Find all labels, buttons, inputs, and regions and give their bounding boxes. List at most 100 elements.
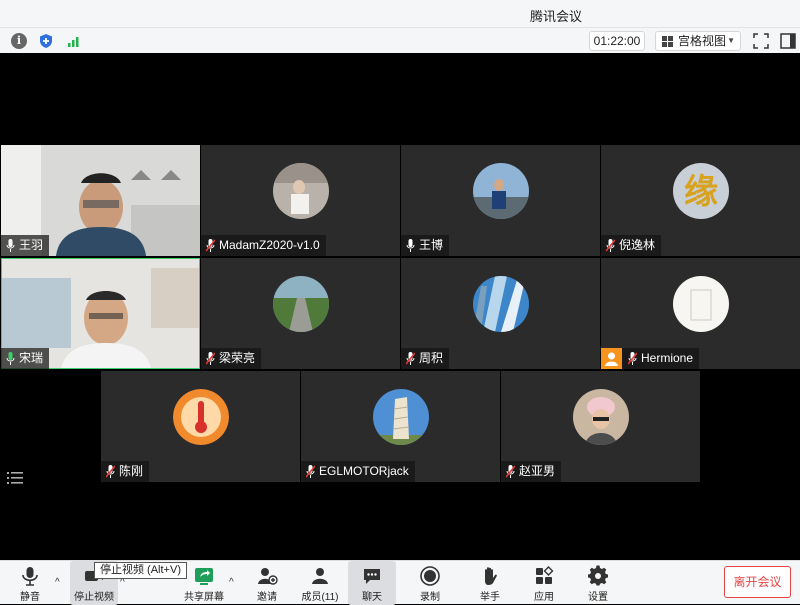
invite-label: 邀请: [257, 592, 277, 603]
participant-name-bar: 倪逸林: [601, 235, 662, 256]
window-title: 腾讯会议: [530, 9, 583, 24]
participant-name-bar: 王羽: [1, 235, 50, 256]
microphone-icon: [6, 239, 15, 252]
share-screen-label: 共享屏幕: [184, 592, 224, 603]
settings-button[interactable]: 设置: [574, 561, 622, 605]
record-button[interactable]: 录制: [406, 561, 454, 605]
members-label: 成员(11): [301, 592, 339, 603]
video-tile[interactable]: MadamZ2020-v1.0: [201, 145, 400, 256]
participant-name: 倪逸林: [619, 238, 656, 252]
settings-label: 设置: [588, 592, 608, 603]
participant-name-bar: 周积: [401, 348, 450, 369]
shield-icon[interactable]: [38, 33, 54, 49]
leave-meeting-button[interactable]: 离开会议: [724, 566, 791, 598]
participant-name-bar: 王博: [401, 235, 450, 256]
participant-name: 陈刚: [119, 464, 144, 478]
list-toggle-icon[interactable]: [7, 471, 25, 485]
video-tile[interactable]: Hermione: [601, 258, 800, 369]
invite-button[interactable]: 邀请: [243, 561, 291, 605]
participant-avatar: [673, 276, 729, 332]
video-tile[interactable]: 陈刚: [101, 371, 300, 482]
participant-avatar: [473, 163, 529, 219]
participant-avatar: [573, 389, 629, 445]
info-icon[interactable]: i: [11, 33, 27, 49]
video-tile[interactable]: 赵亚男: [501, 371, 700, 482]
members-icon: [312, 568, 328, 584]
mute-button[interactable]: 静音: [6, 561, 54, 605]
chat-icon: [364, 569, 380, 584]
record-label: 录制: [420, 592, 440, 603]
share-screen-button[interactable]: 共享屏幕: [180, 561, 228, 605]
participant-name: EGLMOTORjack: [319, 464, 409, 478]
participant-name-bar: 梁荣亮: [201, 348, 262, 369]
add-user-icon: [258, 568, 278, 585]
participant-avatar: [173, 389, 229, 445]
participant-name: 梁荣亮: [219, 351, 256, 365]
video-tile[interactable]: 王博: [401, 145, 600, 256]
participant-name: Hermione: [641, 351, 694, 365]
apps-icon: [536, 566, 554, 584]
microphone-muted-icon: [506, 465, 515, 478]
video-tile[interactable]: 梁荣亮: [201, 258, 400, 369]
participant-name: 王羽: [19, 238, 44, 252]
view-mode-dropdown[interactable]: 宫格视图 ▼: [655, 31, 741, 51]
video-tile[interactable]: EGLMOTORjack: [301, 371, 500, 482]
raise-hand-button[interactable]: 举手: [466, 561, 514, 605]
stop-video-tooltip: 停止视频 (Alt+V): [94, 562, 187, 579]
microphone-muted-icon: [206, 239, 215, 252]
mute-label: 静音: [20, 592, 40, 603]
participant-name-bar: 赵亚男: [501, 461, 562, 482]
signal-strength-icon[interactable]: [66, 33, 82, 49]
participant-name: 赵亚男: [519, 464, 556, 478]
participant-name: MadamZ2020-v1.0: [219, 238, 320, 252]
microphone-speaking-icon: [6, 352, 15, 365]
participant-name-bar: Hermione: [601, 348, 700, 369]
apps-label: 应用: [534, 592, 554, 603]
video-tile[interactable]: 王羽: [1, 145, 200, 256]
participant-name: 周积: [419, 351, 444, 365]
view-mode-label: 宫格视图: [678, 34, 727, 48]
participant-avatar: [273, 276, 329, 332]
chevron-up-icon[interactable]: ^: [229, 577, 234, 588]
grid-view-icon: [662, 36, 673, 47]
meeting-info-bar: i 01:22:00 宫格视图 ▼: [0, 27, 800, 53]
user-placeholder-icon: [601, 348, 622, 369]
participant-name-bar: 宋瑞: [1, 348, 50, 369]
gear-icon: [588, 565, 608, 586]
microphone-muted-icon: [206, 352, 215, 365]
participant-name-bar: EGLMOTORjack: [301, 461, 415, 482]
video-tile-active-speaker[interactable]: 宋瑞: [1, 258, 200, 369]
chevron-down-icon: ▼: [727, 36, 735, 45]
title-bar: 腾讯会议: [0, 0, 800, 27]
microphone-muted-icon: [406, 352, 415, 365]
members-button[interactable]: 成员(11): [296, 561, 344, 605]
participant-name: 宋瑞: [19, 351, 44, 365]
apps-button[interactable]: 应用: [520, 561, 568, 605]
microphone-muted-icon: [306, 465, 315, 478]
video-tile[interactable]: 周积: [401, 258, 600, 369]
chat-button[interactable]: 聊天: [348, 561, 396, 605]
svg-text:缘: 缘: [684, 172, 718, 212]
fullscreen-icon[interactable]: [752, 32, 770, 50]
raise-hand-icon: [485, 567, 497, 585]
record-icon: [420, 566, 440, 586]
video-tile[interactable]: 缘 倪逸林: [601, 145, 800, 256]
participant-avatar: [373, 389, 429, 445]
sidebar-toggle-icon[interactable]: [779, 32, 797, 50]
microphone-muted-icon: [628, 352, 637, 365]
microphone-icon: [406, 239, 415, 252]
participant-avatar: [473, 276, 529, 332]
share-screen-icon: [195, 568, 213, 585]
participant-name-bar: 陈刚: [101, 461, 150, 482]
microphone-muted-icon: [606, 239, 615, 252]
raise-hand-label: 举手: [480, 592, 500, 603]
meeting-timer: 01:22:00: [589, 31, 645, 51]
participant-name-bar: MadamZ2020-v1.0: [201, 235, 326, 256]
microphone-muted-icon: [106, 465, 115, 478]
stop-video-label: 停止视频: [74, 592, 114, 603]
participant-avatar: [273, 163, 329, 219]
chat-label: 聊天: [362, 592, 382, 603]
chevron-up-icon[interactable]: ^: [55, 577, 60, 588]
microphone-icon: [22, 567, 38, 586]
participant-avatar: 缘: [673, 163, 729, 219]
